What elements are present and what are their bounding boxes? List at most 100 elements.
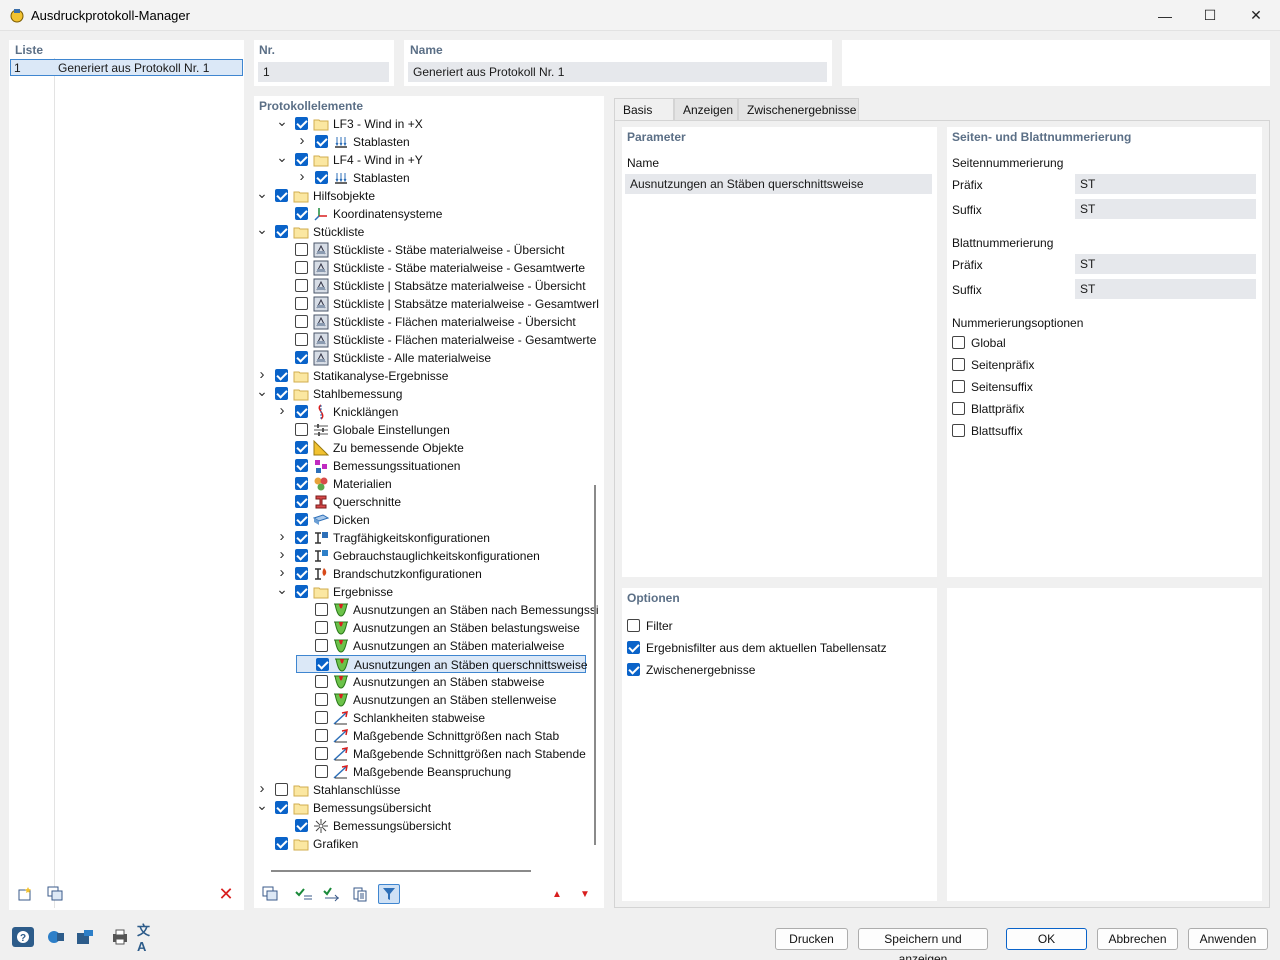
tree-item[interactable]: Stückliste | Stabsätze materialweise - G… <box>276 295 599 313</box>
tree-item[interactable]: Ausnutzungen an Stäben stellenweise <box>296 691 586 709</box>
tree-item-checkbox[interactable] <box>295 567 308 580</box>
numbering-option-checkbox[interactable] <box>952 336 965 349</box>
tree-item-checkbox[interactable] <box>295 441 308 454</box>
tree-item[interactable]: › Statikanalyse-Ergebnisse <box>256 367 586 385</box>
tree-item-checkbox[interactable] <box>295 351 308 364</box>
tree-item-checkbox[interactable] <box>275 783 288 796</box>
tree-item[interactable]: › Knicklängen <box>276 403 586 421</box>
apply-button[interactable]: Anwenden <box>1188 928 1268 950</box>
chevron-right-icon[interactable]: › <box>276 403 288 418</box>
chevron-right-icon[interactable]: › <box>256 781 268 796</box>
tree-item[interactable]: Stückliste - Stäbe materialweise - Gesam… <box>276 259 586 277</box>
chevron-down-icon[interactable]: ⌄ <box>276 150 288 165</box>
chevron-right-icon[interactable]: › <box>296 169 308 184</box>
tree-item[interactable]: › Stablasten <box>296 133 586 151</box>
list-item[interactable]: 1 Generiert aus Protokoll Nr. 1 <box>10 59 243 76</box>
print-button[interactable]: Drucken <box>775 928 848 950</box>
numbering-option[interactable]: Blattsuffix <box>952 423 1152 439</box>
tree-item-checkbox[interactable] <box>316 658 329 671</box>
name-field[interactable]: Generiert aus Protokoll Nr. 1 <box>408 62 827 82</box>
chevron-right-icon[interactable]: › <box>256 367 268 382</box>
chevron-down-icon[interactable]: ⌄ <box>256 798 268 813</box>
filter-icon[interactable] <box>378 884 400 904</box>
tab-basis[interactable]: Basis <box>614 98 674 120</box>
sheet-suffix-field[interactable]: ST <box>1075 279 1256 299</box>
page-suffix-field[interactable]: ST <box>1075 199 1256 219</box>
tree-item-checkbox[interactable] <box>295 477 308 490</box>
tree-item[interactable]: Maßgebende Beanspruchung <box>296 763 586 781</box>
chevron-down-icon[interactable]: ⌄ <box>276 114 288 129</box>
tree-item-checkbox[interactable] <box>315 621 328 634</box>
tree-item[interactable]: Stückliste - Flächen materialweise - Ges… <box>276 331 596 349</box>
tree-item-checkbox[interactable] <box>295 495 308 508</box>
tree-item[interactable]: ⌄ Bemessungsübersicht <box>256 798 586 817</box>
tree-item-checkbox[interactable] <box>315 639 328 652</box>
chevron-right-icon[interactable]: › <box>276 529 288 544</box>
copy-selection-icon[interactable] <box>349 884 371 904</box>
tree-item[interactable]: ⌄ LF3 - Wind in +X <box>276 114 586 133</box>
tab-zwischenergebnisse[interactable]: Zwischenergebnisse <box>738 98 859 120</box>
tree-item[interactable]: ⌄ LF4 - Wind in +Y <box>276 150 586 169</box>
tree-item-checkbox[interactable] <box>275 225 288 238</box>
tree-item[interactable]: ⌄ Hilfsobjekte <box>256 186 586 205</box>
numbering-option[interactable]: Seitensuffix <box>952 379 1152 395</box>
numbering-option-checkbox[interactable] <box>952 402 965 415</box>
delete-icon[interactable]: ✕ <box>215 884 237 904</box>
tree-item-checkbox[interactable] <box>295 819 308 832</box>
units-icon[interactable] <box>45 927 67 947</box>
tree-item-checkbox[interactable] <box>275 387 288 400</box>
page-prefix-field[interactable]: ST <box>1075 174 1256 194</box>
comment-panel[interactable] <box>842 40 1270 86</box>
numbering-option-checkbox[interactable] <box>952 358 965 371</box>
sheet-prefix-field[interactable]: ST <box>1075 254 1256 274</box>
chevron-down-icon[interactable]: ⌄ <box>256 186 268 201</box>
tree-item[interactable]: › Stablasten <box>296 169 586 187</box>
vertical-scrollbar[interactable] <box>594 485 596 845</box>
toggle-check-icon[interactable] <box>321 884 343 904</box>
tree-item-checkbox[interactable] <box>315 603 328 616</box>
tree-item[interactable]: › Stahlanschlüsse <box>256 781 586 799</box>
chevron-right-icon[interactable]: › <box>296 133 308 148</box>
option-checkbox[interactable] <box>627 641 640 654</box>
tree-item-checkbox[interactable] <box>275 837 288 850</box>
tree-item-checkbox[interactable] <box>295 117 308 130</box>
move-up-icon[interactable]: ▲ <box>546 884 568 904</box>
tree-item[interactable]: Stückliste | Stabsätze materialweise - Ü… <box>276 277 586 295</box>
tree-item-checkbox[interactable] <box>295 549 308 562</box>
chevron-down-icon[interactable]: ⌄ <box>256 222 268 237</box>
option-checkbox[interactable] <box>627 619 640 632</box>
nr-field[interactable]: 1 <box>258 62 389 82</box>
tree-item-checkbox[interactable] <box>295 423 308 436</box>
horizontal-scrollbar[interactable] <box>271 870 531 872</box>
cancel-button[interactable]: Abbrechen <box>1097 928 1178 950</box>
option-item[interactable]: Ergebnisfilter aus dem aktuellen Tabelle… <box>627 640 927 656</box>
tree-item[interactable]: Ausnutzungen an Stäben nach Bemessungssi <box>296 601 599 619</box>
tab-anzeigen[interactable]: Anzeigen <box>674 98 738 120</box>
tree-item[interactable]: Stückliste - Flächen materialweise - Übe… <box>276 313 586 331</box>
tree-item[interactable]: Materialien <box>276 475 586 493</box>
tree-item[interactable]: Ausnutzungen an Stäben belastungsweise <box>296 619 586 637</box>
new-protocol-icon[interactable] <box>14 884 36 904</box>
tree-item[interactable]: Zu bemessende Objekte <box>276 439 586 457</box>
chevron-down-icon[interactable]: ⌄ <box>276 582 288 597</box>
tree-item[interactable]: Maßgebende Schnittgrößen nach Stab <box>296 727 586 745</box>
tree-item-checkbox[interactable] <box>315 675 328 688</box>
tree-item[interactable]: Globale Einstellungen <box>276 421 586 439</box>
tree-item-checkbox[interactable] <box>315 693 328 706</box>
minimize-button[interactable]: — <box>1142 0 1188 31</box>
tree-item[interactable]: › Brandschutzkonfigurationen <box>276 565 586 583</box>
tree-item-checkbox[interactable] <box>275 801 288 814</box>
tree-item[interactable]: › Tragfähigkeitskonfigurationen <box>276 529 586 547</box>
tree-item[interactable]: Grafiken <box>256 835 586 853</box>
close-button[interactable]: ✕ <box>1233 0 1279 31</box>
tree-item[interactable]: ⌄ Stückliste <box>256 222 586 241</box>
tree-item-checkbox[interactable] <box>295 207 308 220</box>
save-and-show-button[interactable]: Speichern und anzeigen <box>858 928 988 960</box>
tree-item[interactable]: Ausnutzungen an Stäben materialweise <box>296 637 586 655</box>
move-down-icon[interactable]: ▼ <box>574 884 596 904</box>
tree-item[interactable]: Ausnutzungen an Stäben stabweise <box>296 673 586 691</box>
tree-item-checkbox[interactable] <box>295 405 308 418</box>
option-item[interactable]: Filter <box>627 618 927 634</box>
tree-item[interactable]: Querschnitte <box>276 493 586 511</box>
tree-item[interactable]: Stückliste - Stäbe materialweise - Übers… <box>276 241 586 259</box>
